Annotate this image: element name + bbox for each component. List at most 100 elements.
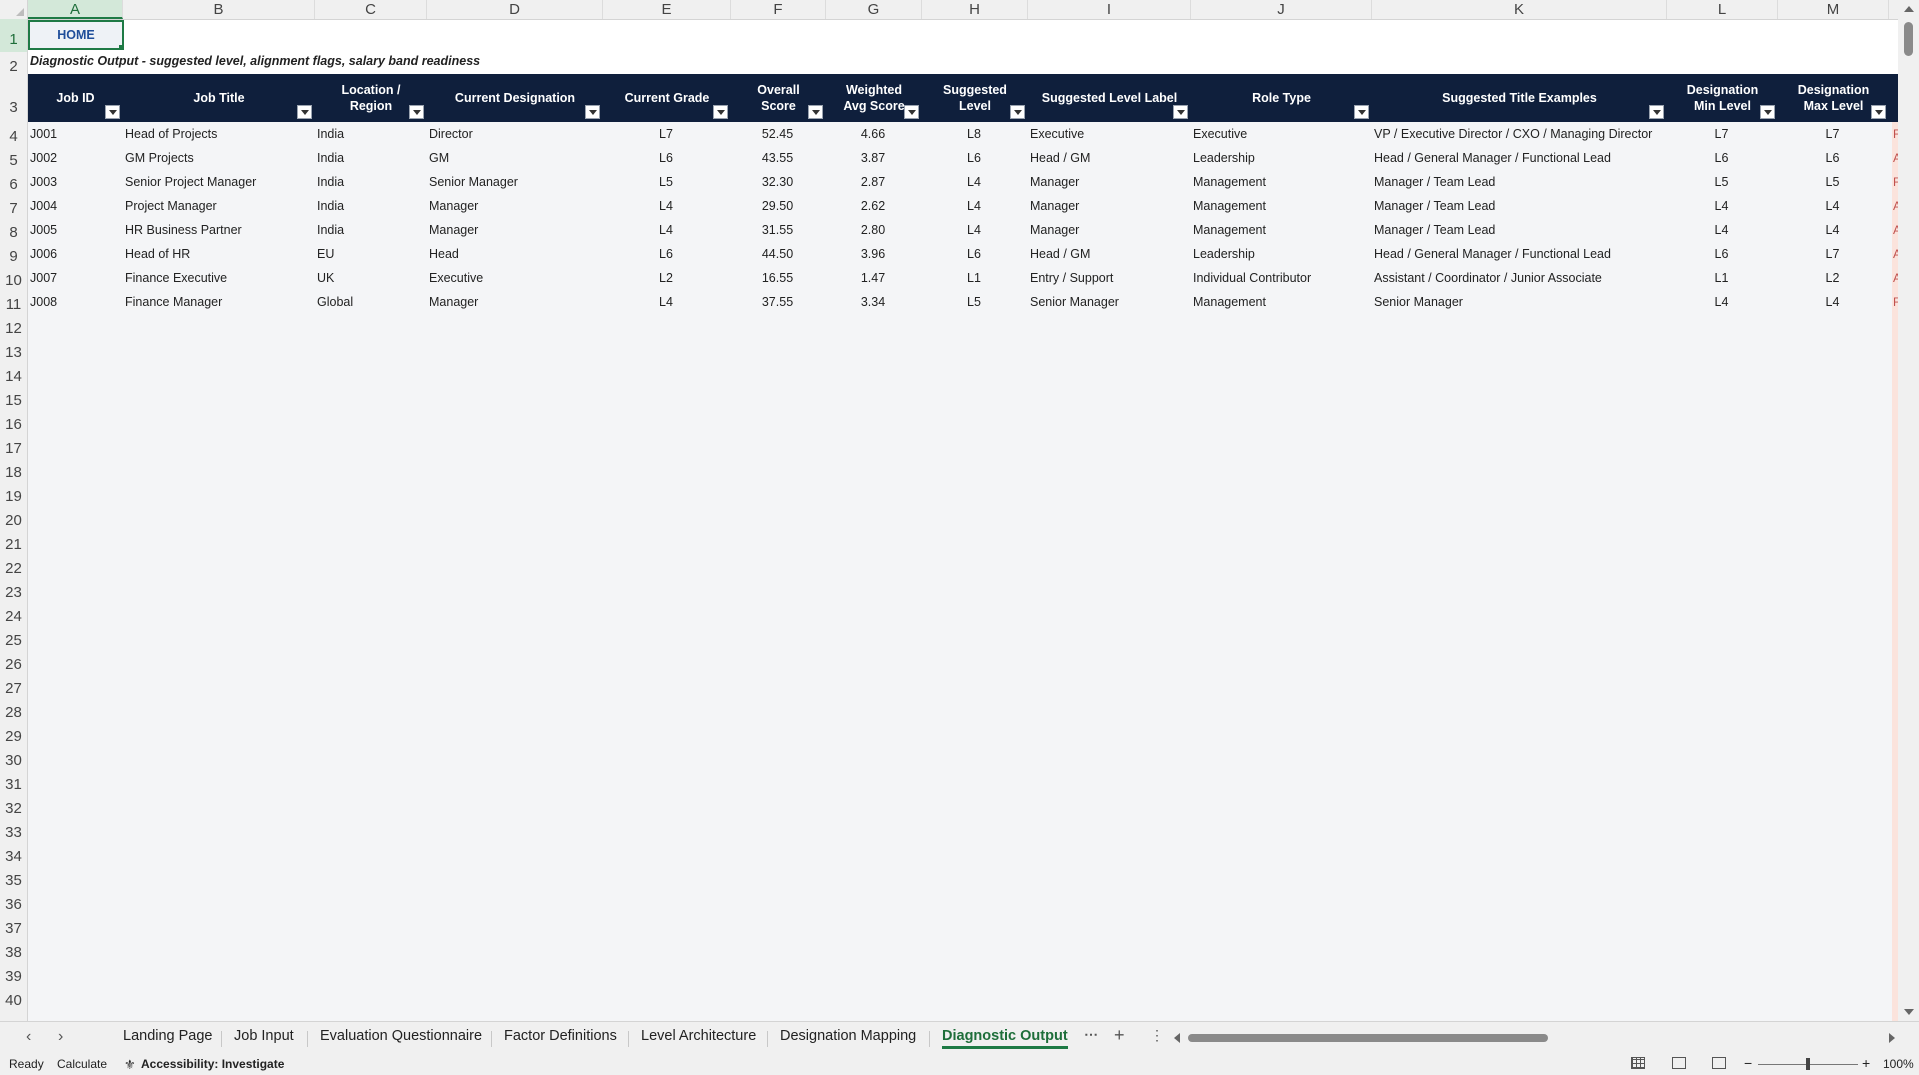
table-cell[interactable]: 29.50 bbox=[731, 194, 824, 218]
table-cell[interactable]: 2.87 bbox=[826, 170, 920, 194]
row-header-18[interactable]: 18 bbox=[0, 457, 27, 481]
table-cell[interactable]: Leadership bbox=[1193, 146, 1372, 170]
table-cell[interactable]: Finance Executive bbox=[125, 266, 315, 290]
filter-dropdown-icon[interactable] bbox=[713, 105, 728, 119]
column-header-e[interactable]: E bbox=[603, 0, 731, 19]
table-cell[interactable]: Head / GM bbox=[1030, 146, 1191, 170]
filter-dropdown-icon[interactable] bbox=[1871, 105, 1886, 119]
column-header-i[interactable]: I bbox=[1028, 0, 1191, 19]
sheet-tab[interactable]: Job Input bbox=[234, 1028, 294, 1044]
calculate-button[interactable]: Calculate bbox=[57, 1057, 107, 1071]
table-cell[interactable]: Manager bbox=[429, 290, 603, 314]
table-cell[interactable]: L6 bbox=[1778, 146, 1887, 170]
table-cell[interactable]: Director bbox=[429, 122, 603, 146]
table-cell[interactable]: Manager bbox=[1030, 194, 1191, 218]
column-header-m[interactable]: M bbox=[1778, 0, 1889, 19]
table-cell[interactable]: L7 bbox=[603, 122, 729, 146]
row-header-31[interactable]: 31 bbox=[0, 769, 27, 793]
page-layout-view-icon[interactable] bbox=[1672, 1057, 1686, 1069]
row-header-4[interactable]: 4 bbox=[0, 121, 27, 145]
table-cell[interactable]: Executive bbox=[1030, 122, 1191, 146]
table-cell[interactable]: Head of HR bbox=[125, 242, 315, 266]
zoom-level[interactable]: 100% bbox=[1883, 1057, 1914, 1071]
row-header-15[interactable]: 15 bbox=[0, 385, 27, 409]
table-cell[interactable]: J007 bbox=[30, 266, 123, 290]
table-cell[interactable]: L6 bbox=[1667, 146, 1776, 170]
table-cell[interactable]: L4 bbox=[1667, 194, 1776, 218]
sheet-tab[interactable]: Level Architecture bbox=[641, 1028, 756, 1044]
table-cell[interactable]: Executive bbox=[1193, 122, 1372, 146]
table-cell[interactable]: Leadership bbox=[1193, 242, 1372, 266]
table-cell[interactable]: L6 bbox=[603, 146, 729, 170]
filter-dropdown-icon[interactable] bbox=[297, 105, 312, 119]
table-cell[interactable]: Manager bbox=[1030, 170, 1191, 194]
row-header-37[interactable]: 37 bbox=[0, 913, 27, 937]
table-cell[interactable]: Global bbox=[317, 290, 427, 314]
table-cell[interactable]: L4 bbox=[1667, 218, 1776, 242]
table-cell[interactable]: Senior Manager bbox=[429, 170, 603, 194]
table-cell[interactable]: L5 bbox=[1778, 170, 1887, 194]
row-header-34[interactable]: 34 bbox=[0, 841, 27, 865]
table-cell[interactable]: 2.80 bbox=[826, 218, 920, 242]
row-header-22[interactable]: 22 bbox=[0, 553, 27, 577]
row-header-32[interactable]: 32 bbox=[0, 793, 27, 817]
row-header-9[interactable]: 9 bbox=[0, 241, 27, 265]
filter-dropdown-icon[interactable] bbox=[105, 105, 120, 119]
column-header-a[interactable]: A bbox=[28, 0, 123, 19]
row-header-23[interactable]: 23 bbox=[0, 577, 27, 601]
sheet-tab[interactable]: Diagnostic Output bbox=[942, 1028, 1068, 1049]
table-cell[interactable]: L4 bbox=[1778, 194, 1887, 218]
sheet-tab[interactable]: Factor Definitions bbox=[504, 1028, 617, 1044]
row-header-35[interactable]: 35 bbox=[0, 865, 27, 889]
table-cell[interactable]: 2.62 bbox=[826, 194, 920, 218]
table-cell[interactable]: L7 bbox=[1778, 122, 1887, 146]
scroll-left-icon[interactable] bbox=[1174, 1033, 1180, 1043]
table-cell[interactable]: L6 bbox=[1667, 242, 1776, 266]
table-cell[interactable]: L5 bbox=[1667, 170, 1776, 194]
table-cell[interactable]: L4 bbox=[922, 194, 1026, 218]
row-header-1[interactable]: 1 bbox=[0, 19, 27, 52]
sheet-tab[interactable]: Landing Page bbox=[123, 1028, 213, 1044]
filter-dropdown-icon[interactable] bbox=[1649, 105, 1664, 119]
row-header-26[interactable]: 26 bbox=[0, 649, 27, 673]
row-header-14[interactable]: 14 bbox=[0, 361, 27, 385]
normal-view-icon[interactable] bbox=[1631, 1057, 1645, 1069]
column-header-j[interactable]: J bbox=[1191, 0, 1372, 19]
column-header-f[interactable]: F bbox=[731, 0, 826, 19]
table-cell[interactable]: India bbox=[317, 170, 427, 194]
table-cell[interactable]: L6 bbox=[603, 242, 729, 266]
row-header-38[interactable]: 38 bbox=[0, 937, 27, 961]
table-cell[interactable]: 4.66 bbox=[826, 122, 920, 146]
accessibility-status[interactable]: Accessibility: Investigate bbox=[141, 1057, 284, 1071]
table-cell[interactable]: Senior Manager bbox=[1030, 290, 1191, 314]
table-cell[interactable]: L5 bbox=[922, 290, 1026, 314]
table-cell[interactable]: Manager bbox=[429, 218, 603, 242]
table-cell[interactable]: India bbox=[317, 218, 427, 242]
table-cell[interactable]: Head bbox=[429, 242, 603, 266]
row-header-30[interactable]: 30 bbox=[0, 745, 27, 769]
table-cell[interactable]: L7 bbox=[1778, 242, 1887, 266]
table-cell[interactable]: L4 bbox=[1778, 290, 1887, 314]
table-cell[interactable]: Manager / Team Lead bbox=[1374, 170, 1667, 194]
worksheet-grid[interactable]: HOME Diagnostic Output - suggested level… bbox=[28, 20, 1898, 1021]
table-cell[interactable]: L1 bbox=[922, 266, 1026, 290]
column-header-b[interactable]: B bbox=[123, 0, 315, 19]
vertical-scroll-thumb[interactable] bbox=[1904, 22, 1913, 56]
table-cell[interactable]: GM bbox=[429, 146, 603, 170]
row-header-27[interactable]: 27 bbox=[0, 673, 27, 697]
row-header-19[interactable]: 19 bbox=[0, 481, 27, 505]
row-header-36[interactable]: 36 bbox=[0, 889, 27, 913]
row-header-10[interactable]: 10 bbox=[0, 265, 27, 289]
zoom-out-icon[interactable]: − bbox=[1744, 1055, 1752, 1071]
horizontal-scroll-thumb[interactable] bbox=[1188, 1034, 1548, 1042]
row-header-24[interactable]: 24 bbox=[0, 601, 27, 625]
table-cell[interactable]: L6 bbox=[922, 146, 1026, 170]
filter-dropdown-icon[interactable] bbox=[808, 105, 823, 119]
table-cell[interactable]: 37.55 bbox=[731, 290, 824, 314]
row-header-2[interactable]: 2 bbox=[0, 52, 27, 75]
table-cell[interactable]: Executive bbox=[429, 266, 603, 290]
table-cell[interactable]: GM Projects bbox=[125, 146, 315, 170]
table-cell[interactable]: L8 bbox=[922, 122, 1026, 146]
table-cell[interactable]: 32.30 bbox=[731, 170, 824, 194]
table-cell[interactable]: J001 bbox=[30, 122, 123, 146]
